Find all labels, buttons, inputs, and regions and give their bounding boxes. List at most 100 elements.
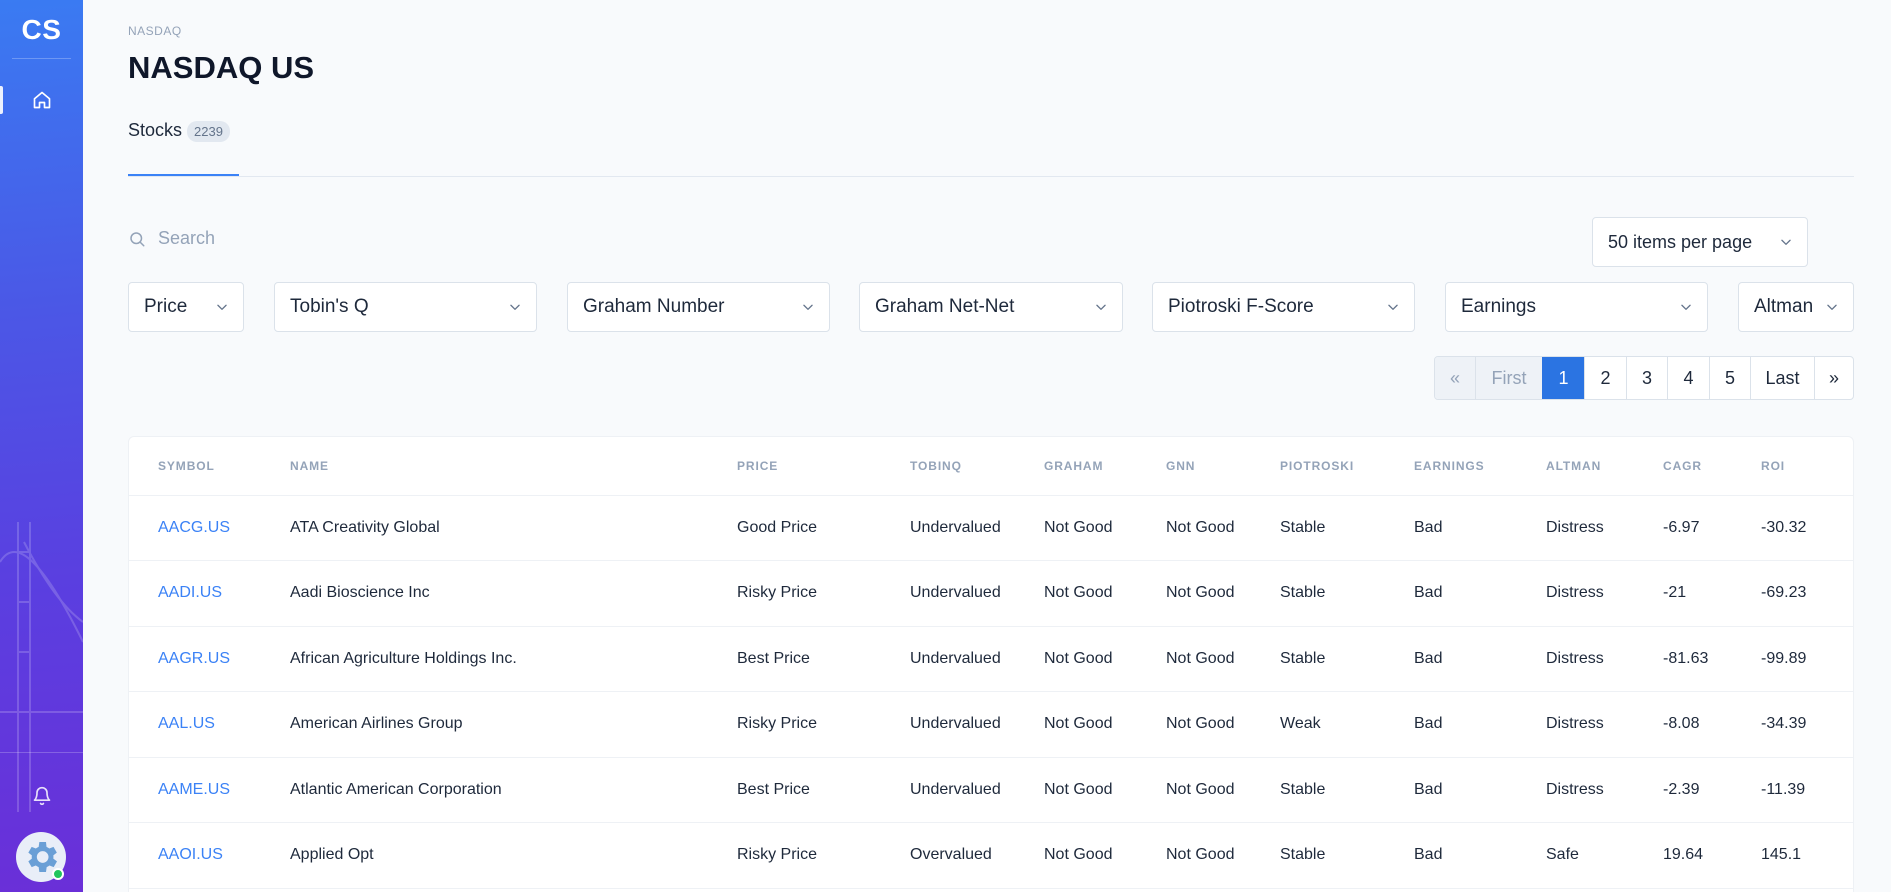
pagination-page-3[interactable]: 3 [1626, 357, 1667, 399]
online-status-dot [52, 868, 64, 880]
cell-roi: -30.32 [1761, 495, 1853, 561]
cell-cagr: -21 [1663, 560, 1761, 627]
cell-earnings: Bad [1414, 691, 1546, 758]
cell-name: ATA Creativity Global [290, 495, 737, 561]
column-header-graham[interactable]: GRAHAM [1044, 437, 1166, 496]
cell-cagr: -2.39 [1663, 757, 1761, 823]
filter-label: Earnings [1461, 296, 1536, 317]
column-header-earnings[interactable]: EARNINGS [1414, 437, 1546, 496]
filter-piotroski-f-score[interactable]: Piotroski F-Score [1152, 282, 1415, 332]
cell-piotroski: Stable [1280, 626, 1414, 692]
cell-graham: Not Good [1044, 691, 1166, 758]
active-indicator [0, 86, 3, 114]
filter-label: Tobin's Q [290, 296, 369, 317]
search-input[interactable] [158, 228, 458, 249]
chevron-down-icon [801, 300, 815, 314]
pagination-page-4[interactable]: 4 [1667, 357, 1709, 399]
table-row: AAGR.US African Agriculture Holdings Inc… [129, 626, 1853, 692]
table-row: AAOI.US Applied Opt Risky Price Overvalu… [129, 822, 1853, 889]
symbol-link[interactable]: AACG.US [158, 519, 230, 536]
cell-altman: Distress [1546, 495, 1663, 561]
cell-name: Applied Opt [290, 822, 737, 889]
symbol-link[interactable]: AAGR.US [158, 650, 230, 667]
pagination-next[interactable]: » [1814, 357, 1853, 399]
pagination-last[interactable]: Last [1750, 357, 1814, 399]
column-header-price[interactable]: PRICE [737, 437, 910, 496]
cell-tobinq: Undervalued [910, 495, 1044, 561]
chevron-down-icon [508, 300, 522, 314]
cell-roi: -34.39 [1761, 691, 1853, 758]
cell-cagr: -6.97 [1663, 495, 1761, 561]
tab-stocks[interactable]: Stocks 2239 [128, 120, 240, 176]
tab-label: Stocks [128, 120, 183, 140]
cell-gnn: Not Good [1166, 757, 1280, 823]
filter-earnings[interactable]: Earnings [1445, 282, 1708, 332]
bell-icon [33, 786, 50, 806]
cell-roi: -11.39 [1761, 757, 1853, 823]
column-header-tobinq[interactable]: TOBINQ [910, 437, 1044, 496]
cell-price: Good Price [737, 495, 910, 561]
cell-gnn: Not Good [1166, 626, 1280, 692]
pagination-prev[interactable]: « [1435, 357, 1475, 399]
cell-earnings: Bad [1414, 495, 1546, 561]
sidebar-item-home[interactable] [0, 82, 83, 118]
symbol-link[interactable]: AAOI.US [158, 846, 223, 863]
app-logo[interactable]: CS [0, 14, 83, 46]
cell-graham: Not Good [1044, 757, 1166, 823]
column-header-cagr[interactable]: CAGR [1663, 437, 1761, 496]
column-header-symbol[interactable]: SYMBOL [129, 437, 290, 496]
cell-earnings: Bad [1414, 626, 1546, 692]
search-icon [130, 231, 145, 246]
filter-altman[interactable]: Altman [1738, 282, 1854, 332]
table-header-row: SYMBOL NAME PRICE TOBINQ GRAHAM GNN PIOT… [129, 437, 1853, 496]
pagination-first[interactable]: First [1475, 357, 1542, 399]
cell-gnn: Not Good [1166, 495, 1280, 561]
cell-graham: Not Good [1044, 560, 1166, 627]
sidebar-divider [0, 752, 83, 753]
cell-price: Risky Price [737, 822, 910, 889]
per-page-value: 50 items per page [1608, 231, 1753, 252]
filter-label: Graham Number [583, 296, 725, 317]
cell-price: Best Price [737, 626, 910, 692]
pagination-page-5[interactable]: 5 [1709, 357, 1750, 399]
cell-graham: Not Good [1044, 495, 1166, 561]
filter-tobins-q[interactable]: Tobin's Q [274, 282, 537, 332]
chevron-down-icon [1094, 300, 1108, 314]
chevron-down-icon [1779, 235, 1793, 249]
cell-price: Risky Price [737, 691, 910, 758]
page-title: NASDAQ US [128, 50, 315, 85]
cell-altman: Distress [1546, 691, 1663, 758]
column-header-gnn[interactable]: GNN [1166, 437, 1280, 496]
breadcrumb[interactable]: NASDAQ [128, 24, 182, 38]
column-header-piotroski[interactable]: PIOTROSKI [1280, 437, 1414, 496]
filter-label: Graham Net-Net [875, 296, 1015, 317]
cell-roi: -99.89 [1761, 626, 1853, 692]
table-row: AACG.US ATA Creativity Global Good Price… [129, 495, 1853, 561]
symbol-link[interactable]: AADI.US [158, 584, 222, 601]
cell-altman: Distress [1546, 757, 1663, 823]
notifications-button[interactable] [0, 786, 83, 806]
filter-graham-number[interactable]: Graham Number [567, 282, 830, 332]
column-header-roi[interactable]: ROI [1761, 437, 1853, 496]
avatar[interactable] [16, 832, 66, 882]
symbol-link[interactable]: AAL.US [158, 715, 215, 732]
cell-symbol: AAME.US [129, 757, 290, 823]
logo-divider [12, 58, 71, 59]
column-header-altman[interactable]: ALTMAN [1546, 437, 1663, 496]
column-header-name[interactable]: NAME [290, 437, 737, 496]
chevron-down-icon [215, 300, 229, 314]
table-row: AAME.US Atlantic American Corporation Be… [129, 757, 1853, 823]
chevron-down-icon [1825, 300, 1839, 314]
stocks-table-card: SYMBOL NAME PRICE TOBINQ GRAHAM GNN PIOT… [128, 436, 1854, 892]
filter-price[interactable]: Price [128, 282, 244, 332]
pagination-page-1[interactable]: 1 [1542, 357, 1584, 399]
filter-label: Piotroski F-Score [1168, 296, 1314, 317]
chevron-down-icon [1679, 300, 1693, 314]
search-bar [128, 228, 458, 249]
filter-graham-net-net[interactable]: Graham Net-Net [859, 282, 1123, 332]
cell-piotroski: Stable [1280, 495, 1414, 561]
symbol-link[interactable]: AAME.US [158, 781, 230, 798]
pagination-page-2[interactable]: 2 [1584, 357, 1626, 399]
items-per-page-select[interactable]: 50 items per page [1592, 217, 1808, 267]
cell-name: Atlantic American Corporation [290, 757, 737, 823]
